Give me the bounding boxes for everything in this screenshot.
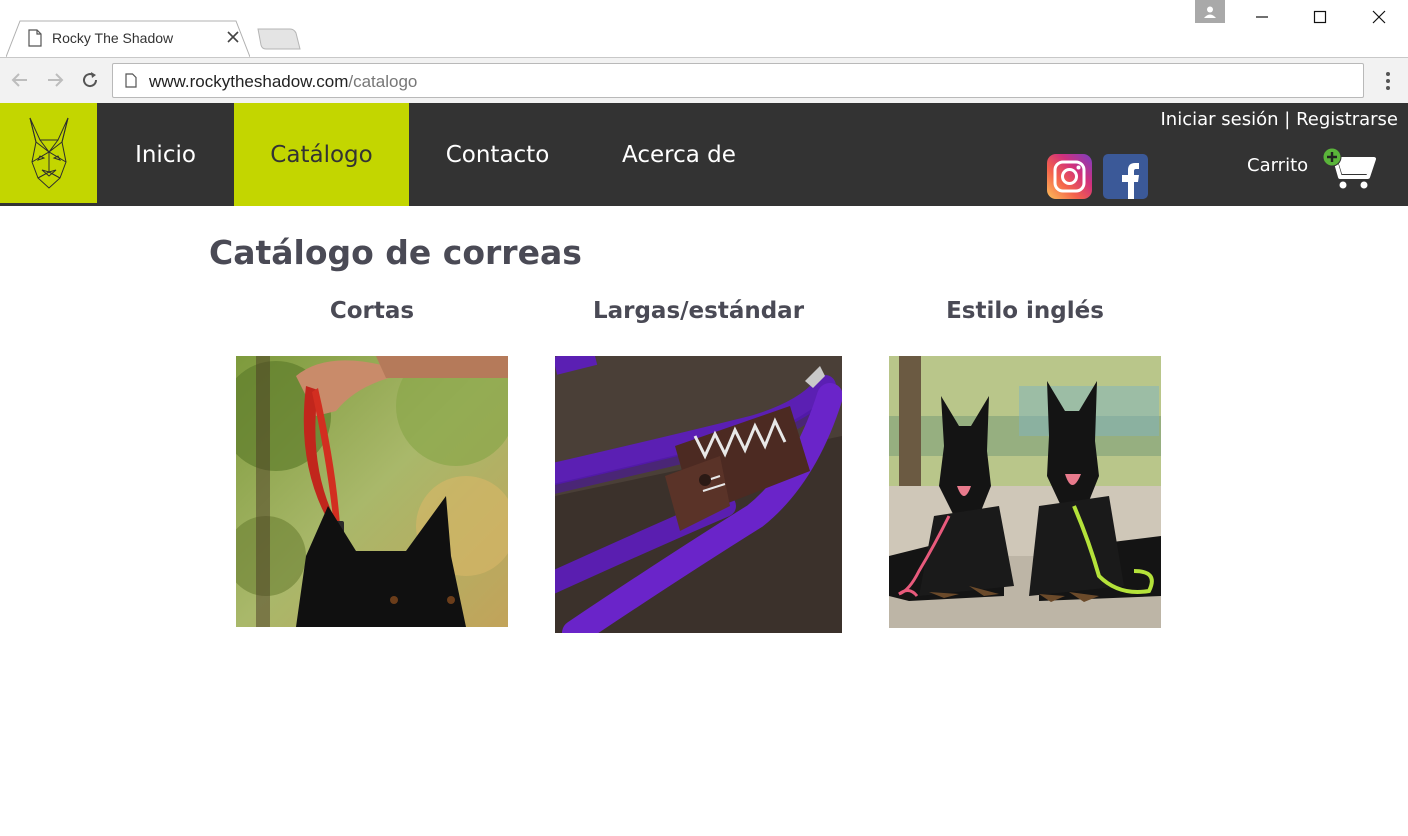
instagram-icon[interactable]	[1047, 154, 1092, 199]
close-window-icon[interactable]	[1350, 0, 1408, 34]
profile-icon[interactable]	[1195, 0, 1225, 23]
tab-title: Rocky The Shadow	[52, 30, 174, 46]
logo[interactable]	[0, 103, 97, 203]
short-leash-black-dog-photo[interactable]	[236, 356, 508, 627]
url-text: www.rockytheshadow.com/catalogo	[149, 72, 417, 92]
address-bar[interactable]: www.rockytheshadow.com/catalogo	[112, 63, 1364, 98]
cart-label[interactable]: Carrito	[1247, 155, 1308, 176]
login-link[interactable]: Iniciar sesión	[1161, 109, 1279, 130]
purple-rope-leash-photo[interactable]	[555, 356, 842, 633]
browser-titlebar: Rocky The Shadow	[0, 0, 1408, 58]
reload-icon[interactable]	[78, 68, 102, 92]
page-icon	[28, 29, 42, 47]
page-info-icon[interactable]	[125, 73, 137, 88]
category-title-estilo-ingles[interactable]: Estilo inglés	[889, 298, 1161, 324]
register-link[interactable]: Registrarse	[1296, 109, 1398, 130]
cart-add-icon[interactable]	[1322, 147, 1378, 191]
forward-icon[interactable]	[43, 68, 67, 92]
geometric-dog-logo-icon	[29, 117, 68, 189]
site-header: Inicio Catálogo Contacto Acerca de Inici…	[0, 103, 1408, 206]
category-title-largas[interactable]: Largas/estándar	[555, 298, 842, 324]
nav-inicio[interactable]: Inicio	[97, 103, 234, 206]
auth-links: Iniciar sesión | Registrarse	[1161, 109, 1399, 130]
minimize-icon[interactable]	[1233, 0, 1291, 34]
browser-toolbar: www.rockytheshadow.com/catalogo	[0, 57, 1408, 103]
back-icon[interactable]	[8, 68, 32, 92]
browser-tab[interactable]: Rocky The Shadow	[6, 20, 250, 58]
url-host: www.rockytheshadow.com	[149, 72, 349, 91]
close-tab-icon[interactable]	[224, 28, 242, 46]
category-title-cortas[interactable]: Cortas	[236, 298, 508, 324]
new-tab-button[interactable]	[256, 28, 302, 52]
url-path: /catalogo	[348, 72, 418, 91]
auth-separator: |	[1284, 109, 1291, 130]
nav-contacto[interactable]: Contacto	[409, 103, 586, 206]
page-title: Catálogo de correas	[209, 233, 582, 272]
maximize-icon[interactable]	[1291, 0, 1349, 34]
nav-acerca-de[interactable]: Acerca de	[586, 103, 772, 206]
nav-catalogo[interactable]: Catálogo	[234, 103, 409, 206]
facebook-icon[interactable]	[1103, 154, 1148, 199]
two-shepherds-photo[interactable]	[889, 356, 1161, 628]
browser-menu-icon[interactable]	[1378, 68, 1398, 94]
